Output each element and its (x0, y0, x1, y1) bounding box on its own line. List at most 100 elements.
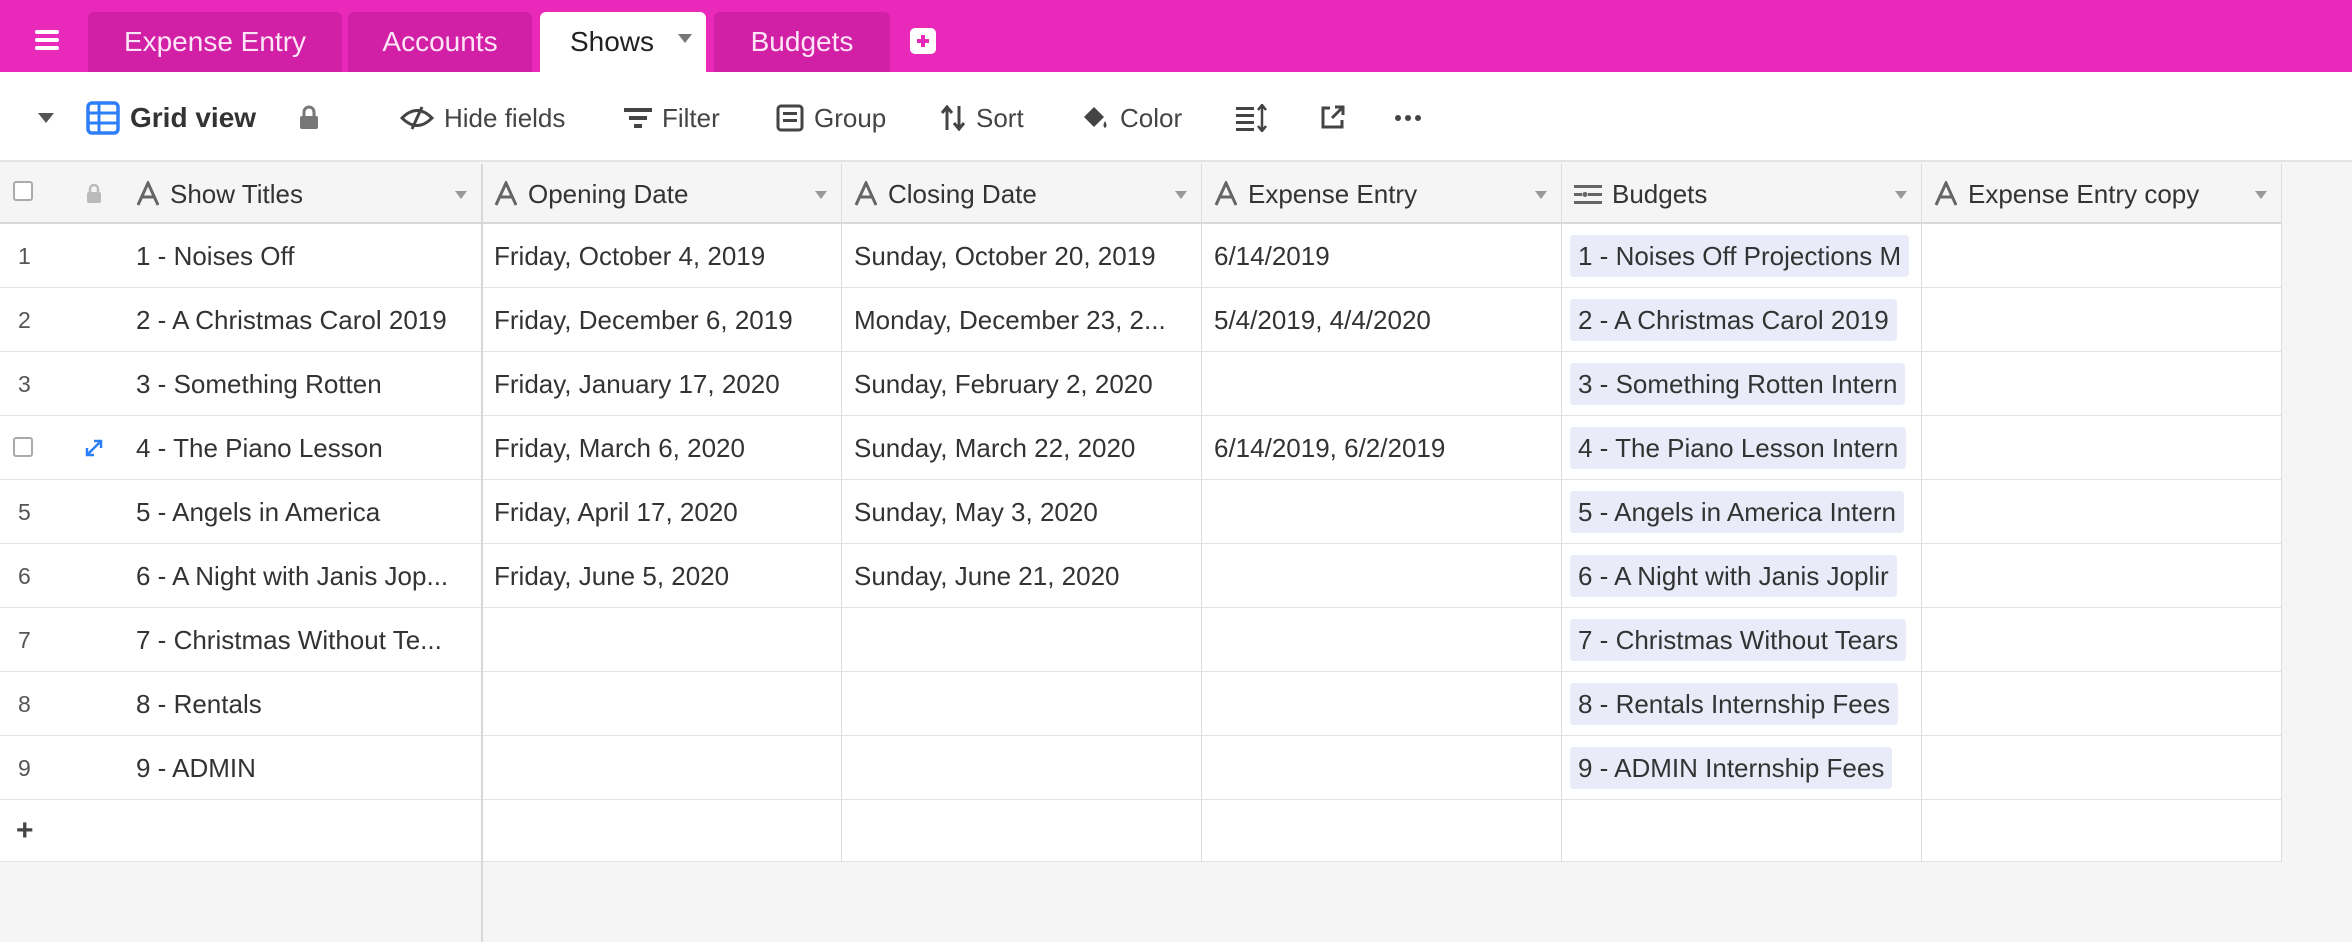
linked-record-pill[interactable]: 8 - Rentals Internship Fees (1570, 683, 1899, 725)
cell-expense-entry-copy[interactable] (1922, 416, 2280, 480)
column-menu-caret-icon[interactable] (455, 191, 467, 199)
cell-show-title[interactable]: 9 - ADMIN (124, 736, 480, 800)
linked-record-pill[interactable]: 6 - A Night with Janis Joplir (1570, 555, 1897, 597)
linked-record-pill[interactable]: 5 - Angels in America Intern (1570, 491, 1904, 533)
cell-opening-date[interactable] (482, 736, 840, 800)
column-header-expense-entry-copy[interactable]: Expense Entry copy (1922, 164, 2281, 224)
cell-expense-entry-copy[interactable] (1922, 288, 2280, 352)
tab-accounts[interactable]: Accounts (348, 12, 532, 72)
column-header-show-titles[interactable]: Show Titles (124, 164, 481, 224)
group-button[interactable]: Group (776, 98, 886, 138)
view-switcher[interactable]: Grid view (86, 98, 256, 138)
cell-show-title[interactable]: 6 - A Night with Janis Jop... (124, 544, 480, 608)
cell-opening-date[interactable]: Friday, March 6, 2020 (482, 416, 840, 480)
column-header-closing-date[interactable]: Closing Date (842, 164, 1201, 224)
table-row[interactable]: 9 9 - ADMIN 9 - ADMIN Internship Fees (0, 736, 2281, 800)
cell-closing-date[interactable]: Sunday, February 2, 2020 (842, 352, 1200, 416)
cell-closing-date[interactable]: Sunday, March 22, 2020 (842, 416, 1200, 480)
column-menu-caret-icon[interactable] (1895, 191, 1907, 199)
cell-expense-entry-copy[interactable] (1922, 544, 2280, 608)
column-menu-caret-icon[interactable] (1535, 191, 1547, 199)
cell-budgets[interactable]: 2 - A Christmas Carol 2019 (1562, 288, 1920, 352)
table-row[interactable]: 5 5 - Angels in America Friday, April 17… (0, 480, 2281, 544)
linked-record-pill[interactable]: 7 - Christmas Without Tears (1570, 619, 1907, 661)
linked-record-pill[interactable]: 9 - ADMIN Internship Fees (1570, 747, 1893, 789)
cell-closing-date[interactable]: Sunday, October 20, 2019 (842, 224, 1200, 288)
cell-closing-date[interactable]: Sunday, May 3, 2020 (842, 480, 1200, 544)
cell-expense-entry[interactable] (1202, 608, 1560, 672)
cell-closing-date[interactable] (842, 736, 1200, 800)
cell-expense-entry[interactable] (1202, 352, 1560, 416)
cell-expense-entry[interactable]: 6/14/2019 (1202, 224, 1560, 288)
cell-show-title[interactable]: 1 - Noises Off (124, 224, 480, 288)
cell-budgets[interactable]: 1 - Noises Off Projections M (1562, 224, 1920, 288)
tab-menu-caret-icon[interactable] (678, 34, 692, 43)
table-row[interactable]: 1 1 - Noises Off Friday, October 4, 2019… (0, 224, 2281, 288)
cell-opening-date[interactable]: Friday, December 6, 2019 (482, 288, 840, 352)
cell-expense-entry[interactable] (1202, 672, 1560, 736)
cell-show-title[interactable]: 7 - Christmas Without Te... (124, 608, 480, 672)
expand-record-icon[interactable] (84, 438, 104, 463)
cell-opening-date[interactable]: Friday, April 17, 2020 (482, 480, 840, 544)
cell-budgets[interactable]: 5 - Angels in America Intern (1562, 480, 1920, 544)
cell-show-title[interactable]: 8 - Rentals (124, 672, 480, 736)
column-menu-caret-icon[interactable] (815, 191, 827, 199)
tab-budgets[interactable]: Budgets (714, 12, 890, 72)
cell-expense-entry-copy[interactable] (1922, 672, 2280, 736)
linked-record-pill[interactable]: 4 - The Piano Lesson Intern (1570, 427, 1907, 469)
cell-show-title[interactable]: 2 - A Christmas Carol 2019 (124, 288, 480, 352)
hide-fields-button[interactable]: Hide fields (400, 98, 565, 138)
cell-budgets[interactable]: 3 - Something Rotten Intern (1562, 352, 1920, 416)
cell-expense-entry-copy[interactable] (1922, 608, 2280, 672)
column-header-budgets[interactable]: Budgets (1562, 164, 1921, 224)
column-header-expense-entry[interactable]: Expense Entry (1202, 164, 1561, 224)
table-row[interactable]: 2 2 - A Christmas Carol 2019 Friday, Dec… (0, 288, 2281, 352)
row-height-icon[interactable] (1236, 98, 1268, 138)
cell-expense-entry[interactable] (1202, 544, 1560, 608)
row-checkbox[interactable] (13, 437, 33, 457)
table-row[interactable]: 6 6 - A Night with Janis Jop... Friday, … (0, 544, 2281, 608)
tab-shows[interactable]: Shows (540, 12, 706, 72)
cell-closing-date[interactable] (842, 672, 1200, 736)
lock-icon[interactable] (298, 98, 320, 138)
cell-expense-entry-copy[interactable] (1922, 736, 2280, 800)
table-row[interactable]: 3 3 - Something Rotten Friday, January 1… (0, 352, 2281, 416)
linked-record-pill[interactable]: 3 - Something Rotten Intern (1570, 363, 1906, 405)
cell-opening-date[interactable]: Friday, October 4, 2019 (482, 224, 840, 288)
cell-opening-date[interactable]: Friday, June 5, 2020 (482, 544, 840, 608)
cell-opening-date[interactable] (482, 608, 840, 672)
cell-expense-entry[interactable] (1202, 480, 1560, 544)
table-row[interactable]: 7 7 - Christmas Without Te... 7 - Christ… (0, 608, 2281, 672)
cell-budgets[interactable]: 7 - Christmas Without Tears (1562, 608, 1920, 672)
column-header-opening-date[interactable]: Opening Date (482, 164, 841, 224)
cell-expense-entry-copy[interactable] (1922, 352, 2280, 416)
cell-opening-date[interactable]: Friday, January 17, 2020 (482, 352, 840, 416)
table-row[interactable]: 4 - The Piano Lesson Friday, March 6, 20… (0, 416, 2281, 480)
share-icon[interactable] (1318, 98, 1346, 138)
cell-show-title[interactable]: 4 - The Piano Lesson (124, 416, 480, 480)
add-record-row[interactable]: + (0, 800, 2281, 862)
cell-budgets[interactable]: 8 - Rentals Internship Fees (1562, 672, 1920, 736)
filter-button[interactable]: Filter (624, 98, 720, 138)
cell-budgets[interactable]: 6 - A Night with Janis Joplir (1562, 544, 1920, 608)
cell-closing-date[interactable]: Monday, December 23, 2... (842, 288, 1200, 352)
cell-expense-entry-copy[interactable] (1922, 480, 2280, 544)
collapse-caret-icon[interactable] (36, 98, 56, 138)
cell-budgets[interactable]: 4 - The Piano Lesson Intern (1562, 416, 1920, 480)
add-record-icon[interactable]: + (16, 800, 34, 862)
cell-closing-date[interactable] (842, 608, 1200, 672)
cell-opening-date[interactable] (482, 672, 840, 736)
select-all-checkbox[interactable] (13, 181, 33, 201)
sort-button[interactable]: Sort (940, 98, 1024, 138)
menu-icon[interactable] (30, 26, 66, 54)
column-menu-caret-icon[interactable] (1175, 191, 1187, 199)
cell-closing-date[interactable]: Sunday, June 21, 2020 (842, 544, 1200, 608)
table-row[interactable]: 8 8 - Rentals 8 - Rentals Internship Fee… (0, 672, 2281, 736)
more-icon[interactable] (1394, 98, 1422, 138)
cell-expense-entry[interactable] (1202, 736, 1560, 800)
cell-budgets[interactable]: 9 - ADMIN Internship Fees (1562, 736, 1920, 800)
add-tab-icon[interactable] (910, 28, 936, 54)
column-menu-caret-icon[interactable] (2255, 191, 2267, 199)
linked-record-pill[interactable]: 1 - Noises Off Projections M (1570, 235, 1910, 277)
cell-expense-entry-copy[interactable] (1922, 224, 2280, 288)
